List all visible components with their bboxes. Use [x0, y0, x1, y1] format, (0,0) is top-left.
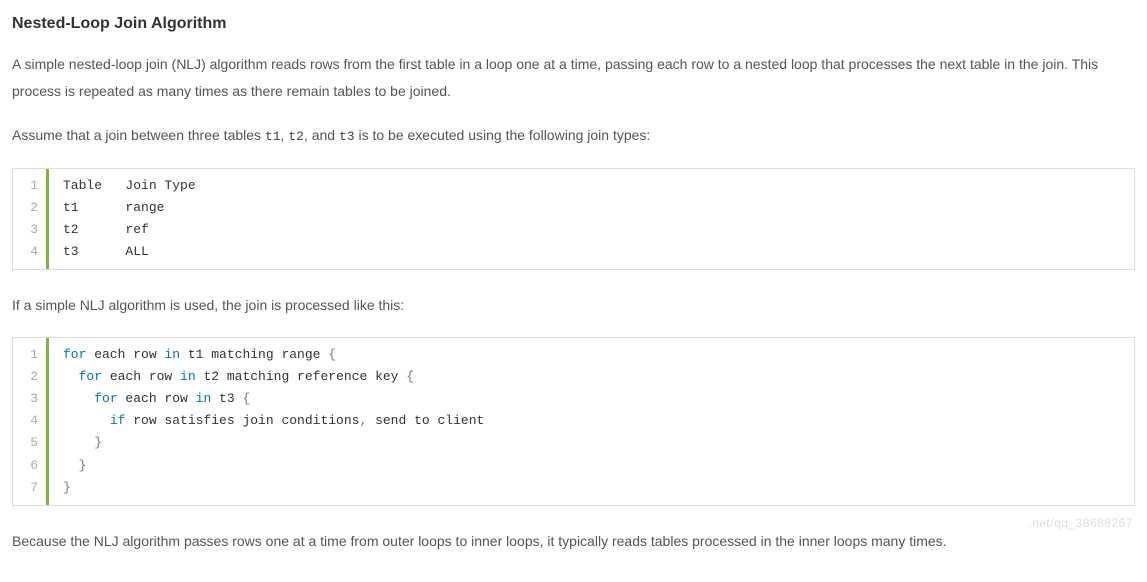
line-number: 6 — [23, 455, 38, 477]
section-heading: Nested-Loop Join Algorithm — [12, 10, 1135, 37]
line-number: 5 — [23, 432, 38, 454]
line-number: 7 — [23, 477, 38, 499]
line-number-gutter: 1234 — [13, 169, 49, 269]
line-number-gutter: 1234567 — [13, 338, 49, 505]
conclusion-paragraph: Because the NLJ algorithm passes rows on… — [12, 528, 1135, 555]
code-content: for each row in t1 matching range { for … — [49, 338, 1134, 505]
transition-paragraph: If a simple NLJ algorithm is used, the j… — [12, 292, 1135, 319]
text-fragment: is to be executed using the following jo… — [355, 127, 651, 143]
line-number: 4 — [23, 410, 38, 432]
inline-code-t1: t1 — [265, 129, 281, 144]
text-fragment: , and — [304, 127, 339, 143]
code-block-pseudocode: 1234567 for each row in t1 matching rang… — [12, 337, 1135, 506]
line-number: 3 — [23, 388, 38, 410]
line-number: 1 — [23, 344, 38, 366]
inline-code-t3: t3 — [339, 129, 355, 144]
code-block-table-types: 1234 Table Join Type t1 range t2 ref t3 … — [12, 168, 1135, 270]
line-number: 4 — [23, 241, 38, 263]
code-content: Table Join Type t1 range t2 ref t3 ALL — [49, 169, 1134, 269]
line-number: 2 — [23, 366, 38, 388]
intro-paragraph: A simple nested-loop join (NLJ) algorith… — [12, 51, 1135, 104]
text-fragment: Assume that a join between three tables — [12, 127, 265, 143]
inline-code-t2: t2 — [288, 129, 304, 144]
line-number: 1 — [23, 175, 38, 197]
assume-paragraph: Assume that a join between three tables … — [12, 122, 1135, 150]
line-number: 3 — [23, 219, 38, 241]
line-number: 2 — [23, 197, 38, 219]
